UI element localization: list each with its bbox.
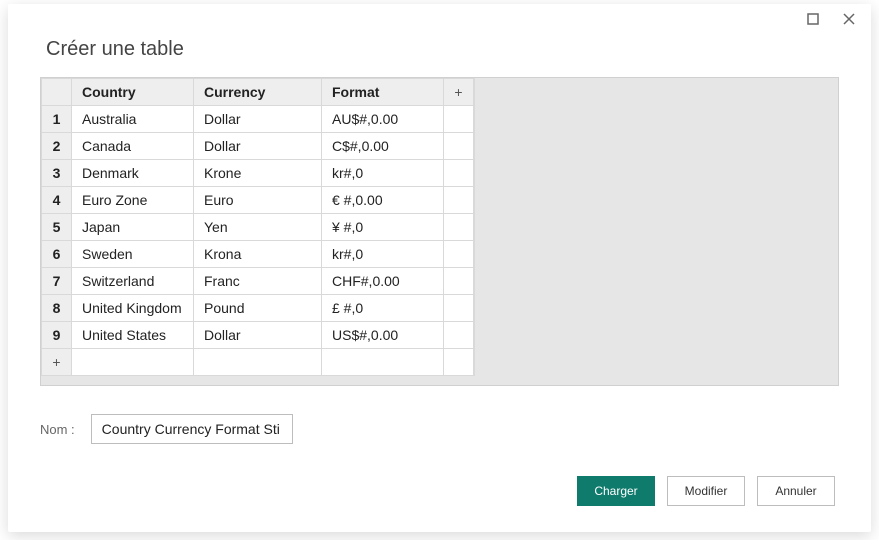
cell-currency[interactable]: Krona — [194, 241, 322, 268]
cell-empty[interactable] — [444, 295, 474, 322]
add-row[interactable]: + — [42, 349, 474, 376]
cancel-button[interactable]: Annuler — [757, 476, 835, 506]
cell-country[interactable]: United States — [72, 322, 194, 349]
grid-scrollbar-area[interactable] — [40, 376, 839, 386]
table-row[interactable]: 3DenmarkKronekr#,0 — [42, 160, 474, 187]
titlebar — [8, 4, 871, 34]
cell-format[interactable]: € #,0.00 — [322, 187, 444, 214]
name-row: Nom : — [40, 414, 839, 444]
table-row[interactable]: 7SwitzerlandFrancCHF#,0.00 — [42, 268, 474, 295]
header-format[interactable]: Format — [322, 79, 444, 106]
cell-currency[interactable]: Yen — [194, 214, 322, 241]
row-number[interactable]: 2 — [42, 133, 72, 160]
row-number[interactable]: 1 — [42, 106, 72, 133]
cell-empty[interactable] — [322, 349, 444, 376]
table-row[interactable]: 4Euro ZoneEuro€ #,0.00 — [42, 187, 474, 214]
cell-currency[interactable]: Franc — [194, 268, 322, 295]
cell-format[interactable]: AU$#,0.00 — [322, 106, 444, 133]
cell-currency[interactable]: Dollar — [194, 133, 322, 160]
dialog-content: Country Currency Format + 1AustraliaDoll… — [8, 77, 871, 532]
cell-currency[interactable]: Pound — [194, 295, 322, 322]
grid-empty-area — [474, 78, 838, 376]
cell-country[interactable]: Australia — [72, 106, 194, 133]
cell-format[interactable]: kr#,0 — [322, 241, 444, 268]
cell-empty[interactable] — [444, 268, 474, 295]
cell-format[interactable]: £ #,0 — [322, 295, 444, 322]
name-label: Nom : — [40, 422, 75, 437]
cell-empty[interactable] — [444, 349, 474, 376]
header-row: Country Currency Format + — [42, 79, 474, 106]
close-button[interactable] — [835, 5, 863, 33]
cell-empty[interactable] — [444, 322, 474, 349]
cell-country[interactable]: Euro Zone — [72, 187, 194, 214]
close-icon — [843, 13, 855, 25]
add-row-button[interactable]: + — [42, 349, 72, 376]
row-number[interactable]: 8 — [42, 295, 72, 322]
row-number[interactable]: 7 — [42, 268, 72, 295]
create-table-dialog: Créer une table Country Currency Format … — [8, 4, 871, 532]
row-number[interactable]: 9 — [42, 322, 72, 349]
name-input[interactable] — [91, 414, 293, 444]
cell-empty[interactable] — [444, 106, 474, 133]
cell-empty[interactable] — [194, 349, 322, 376]
table-row[interactable]: 2CanadaDollarC$#,0.00 — [42, 133, 474, 160]
dialog-title: Créer une table — [8, 34, 871, 77]
cell-format[interactable]: US$#,0.00 — [322, 322, 444, 349]
cell-country[interactable]: Canada — [72, 133, 194, 160]
row-number[interactable]: 5 — [42, 214, 72, 241]
row-number[interactable]: 6 — [42, 241, 72, 268]
maximize-icon — [807, 13, 819, 25]
cell-empty[interactable] — [444, 187, 474, 214]
cell-country[interactable]: Switzerland — [72, 268, 194, 295]
table-row[interactable]: 1AustraliaDollarAU$#,0.00 — [42, 106, 474, 133]
cell-empty[interactable] — [444, 214, 474, 241]
row-number[interactable]: 3 — [42, 160, 72, 187]
cell-currency[interactable]: Krone — [194, 160, 322, 187]
cell-currency[interactable]: Dollar — [194, 322, 322, 349]
load-button[interactable]: Charger — [577, 476, 655, 506]
cell-country[interactable]: United Kingdom — [72, 295, 194, 322]
cell-empty[interactable] — [444, 133, 474, 160]
maximize-button[interactable] — [799, 5, 827, 33]
cell-country[interactable]: Sweden — [72, 241, 194, 268]
cell-currency[interactable]: Dollar — [194, 106, 322, 133]
header-country[interactable]: Country — [72, 79, 194, 106]
cell-format[interactable]: CHF#,0.00 — [322, 268, 444, 295]
corner-cell[interactable] — [42, 79, 72, 106]
cell-country[interactable]: Denmark — [72, 160, 194, 187]
data-grid[interactable]: Country Currency Format + 1AustraliaDoll… — [41, 78, 474, 376]
table-row[interactable]: 9United StatesDollarUS$#,0.00 — [42, 322, 474, 349]
edit-button[interactable]: Modifier — [667, 476, 745, 506]
cell-currency[interactable]: Euro — [194, 187, 322, 214]
cell-format[interactable]: ¥ #,0 — [322, 214, 444, 241]
add-column-button[interactable]: + — [444, 79, 474, 106]
cell-format[interactable]: C$#,0.00 — [322, 133, 444, 160]
cell-format[interactable]: kr#,0 — [322, 160, 444, 187]
cell-empty[interactable] — [444, 160, 474, 187]
table-row[interactable]: 6SwedenKronakr#,0 — [42, 241, 474, 268]
cell-empty[interactable] — [72, 349, 194, 376]
row-number[interactable]: 4 — [42, 187, 72, 214]
cell-country[interactable]: Japan — [72, 214, 194, 241]
cell-empty[interactable] — [444, 241, 474, 268]
table-row[interactable]: 8United KingdomPound£ #,0 — [42, 295, 474, 322]
table-row[interactable]: 5JapanYen¥ #,0 — [42, 214, 474, 241]
button-row: Charger Modifier Annuler — [577, 476, 835, 506]
data-grid-wrap: Country Currency Format + 1AustraliaDoll… — [40, 77, 839, 376]
header-currency[interactable]: Currency — [194, 79, 322, 106]
